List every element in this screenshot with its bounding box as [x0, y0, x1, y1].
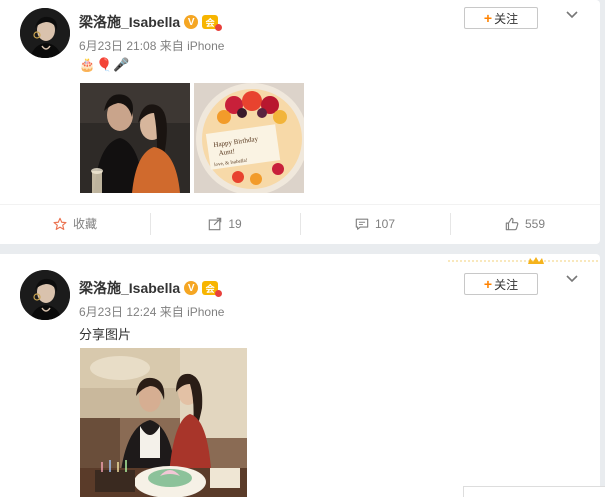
repost-button[interactable]: 19 [150, 205, 300, 242]
post-text: 🎂🎈🎤 [79, 57, 131, 72]
follow-button[interactable]: + 关注 [464, 273, 538, 295]
post-source[interactable]: 来自 iPhone [160, 39, 225, 53]
post-image[interactable]: Happy Birthday Aunt! love, & Isabella! [194, 83, 304, 193]
verified-badge[interactable]: V [184, 15, 199, 29]
repost-count: 19 [228, 216, 242, 231]
avatar[interactable] [20, 8, 70, 58]
plus-icon: + [483, 10, 493, 26]
action-bar: 收藏 19 107 559 [0, 204, 600, 242]
post-meta: 6月23日 12:24 来自 iPhone [79, 303, 224, 320]
vip-badge[interactable]: 会 [202, 15, 223, 31]
verified-badge[interactable]: V [184, 281, 199, 295]
favorite-label: 收藏 [72, 217, 97, 231]
star-icon [53, 217, 67, 230]
post-date[interactable]: 6月23日 21:08 [79, 39, 156, 53]
follow-button[interactable]: + 关注 [464, 7, 538, 29]
comment-count: 107 [374, 216, 396, 231]
favorite-button[interactable]: 收藏 [0, 205, 150, 242]
chevron-down-icon[interactable] [564, 270, 580, 286]
user-name-row: 梁洛施_Isabella V 会 [79, 12, 223, 32]
comment-icon [355, 218, 369, 230]
like-button[interactable]: 559 [450, 205, 600, 242]
username-link[interactable]: 梁洛施_Isabella [79, 12, 180, 32]
post-image[interactable] [80, 348, 247, 497]
like-count: 559 [524, 216, 546, 231]
user-name-row: 梁洛施_Isabella V 会 [79, 278, 223, 298]
follow-label: 关注 [494, 277, 519, 292]
post-image[interactable] [80, 83, 190, 193]
weibo-post-1: 梁洛施_Isabella V 会 6月23日 21:08 来自 iPhone +… [0, 0, 600, 244]
like-icon [505, 217, 519, 230]
username-link[interactable]: 梁洛施_Isabella [79, 278, 180, 298]
follow-label: 关注 [494, 11, 519, 26]
vip-badge[interactable]: 会 [202, 281, 223, 297]
post-source[interactable]: 来自 iPhone [160, 305, 225, 319]
repost-icon [209, 217, 222, 230]
post-text: 分享图片 [79, 327, 132, 342]
floating-panel-edge [463, 486, 605, 497]
comment-button[interactable]: 107 [300, 205, 450, 242]
crown-icon [448, 257, 598, 264]
post-date[interactable]: 6月23日 12:24 [79, 305, 156, 319]
weibo-post-2: 梁洛施_Isabella V 会 6月23日 12:24 来自 iPhone +… [0, 254, 600, 497]
chevron-down-icon[interactable] [564, 6, 580, 22]
post-meta: 6月23日 21:08 来自 iPhone [79, 37, 224, 54]
plus-icon: + [483, 276, 493, 292]
avatar[interactable] [20, 270, 70, 320]
